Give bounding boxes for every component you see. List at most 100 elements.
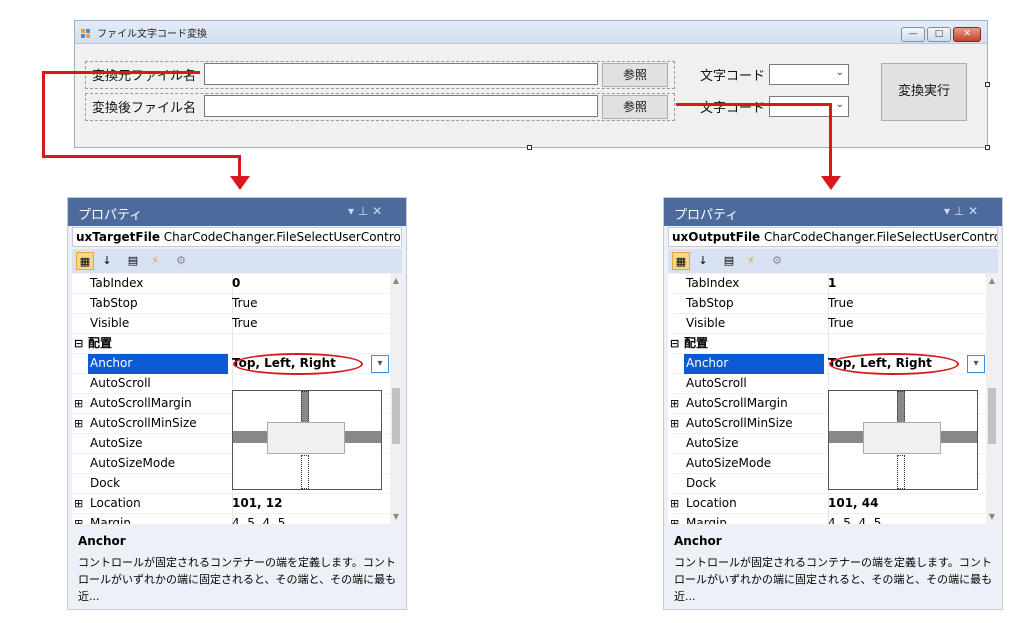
property-name: AutoSize bbox=[686, 436, 739, 450]
property-pages-icon[interactable]: ⚙ bbox=[172, 252, 190, 270]
property-row[interactable]: TabIndex 0 bbox=[72, 274, 390, 294]
resize-handle-corner[interactable] bbox=[985, 145, 990, 150]
minimize-button[interactable]: — bbox=[901, 27, 925, 42]
maximize-button[interactable]: □ bbox=[927, 27, 951, 42]
property-name: AutoScrollMargin bbox=[90, 396, 192, 410]
alphabetical-icon[interactable]: ↓ bbox=[694, 252, 712, 270]
expand-icon[interactable]: ⊞ bbox=[74, 394, 83, 413]
scrollbar[interactable]: ▲ ▼ bbox=[390, 274, 402, 524]
expand-icon[interactable]: ⊞ bbox=[670, 414, 679, 433]
property-value[interactable]: 1 bbox=[828, 274, 836, 293]
description-title: Anchor bbox=[674, 534, 722, 548]
browse-output-button[interactable]: 参照 bbox=[602, 95, 668, 119]
scroll-down-icon[interactable]: ▼ bbox=[986, 512, 998, 521]
scroll-thumb[interactable] bbox=[392, 388, 400, 444]
events-icon[interactable]: ⚡ bbox=[146, 252, 164, 270]
anchor-top[interactable] bbox=[897, 391, 905, 423]
properties-icon[interactable]: ▤ bbox=[720, 252, 738, 270]
expand-icon[interactable]: ⊞ bbox=[670, 514, 679, 524]
expand-icon[interactable]: ⊞ bbox=[74, 494, 83, 513]
property-name: AutoScrollMinSize bbox=[90, 416, 197, 430]
collapse-icon[interactable]: ⊟ bbox=[670, 334, 679, 353]
categorized-icon[interactable]: ▦ bbox=[76, 252, 94, 270]
description-pane: Anchor コントロールが固定されるコンテナーの端を定義します。コントロールが… bbox=[72, 528, 402, 606]
property-row[interactable]: ⊞ Margin 4, 5, 4, 5 bbox=[72, 514, 390, 524]
expand-icon[interactable]: ⊞ bbox=[74, 414, 83, 433]
scroll-down-icon[interactable]: ▼ bbox=[390, 512, 402, 521]
anchor-right[interactable] bbox=[345, 431, 381, 443]
collapse-icon[interactable]: ⊟ bbox=[74, 334, 83, 353]
anchor-left[interactable] bbox=[233, 431, 267, 443]
property-value[interactable]: 0 bbox=[232, 274, 240, 293]
object-type: CharCodeChanger.FileSelectUserControl bbox=[163, 230, 402, 244]
property-value[interactable]: True bbox=[828, 314, 854, 333]
property-value[interactable]: 101, 44 bbox=[828, 494, 878, 513]
source-file-textbox[interactable] bbox=[204, 63, 598, 85]
charset-source-combo[interactable]: ⌄ bbox=[769, 64, 849, 85]
form-title: ファイル文字コード変換 bbox=[97, 29, 207, 40]
property-name: AutoSizeMode bbox=[686, 456, 772, 470]
expand-icon[interactable]: ⊞ bbox=[74, 514, 83, 524]
annotation-arrow-left-h2 bbox=[42, 155, 240, 158]
property-row[interactable]: ⊞ Location 101, 12 bbox=[72, 494, 390, 514]
anchor-editor[interactable] bbox=[232, 390, 382, 490]
dropdown-button[interactable]: ▾ bbox=[967, 355, 985, 373]
panel-window-icons[interactable]: ▾ ⊥ ✕ bbox=[944, 204, 978, 218]
property-value[interactable]: True bbox=[828, 294, 854, 313]
expand-icon[interactable]: ⊞ bbox=[670, 394, 679, 413]
close-button[interactable]: ✕ bbox=[953, 27, 981, 42]
resize-handle-right[interactable] bbox=[985, 82, 990, 87]
property-row[interactable]: TabStop True bbox=[668, 294, 986, 314]
chevron-down-icon: ⌄ bbox=[835, 99, 844, 110]
events-icon[interactable]: ⚡ bbox=[742, 252, 760, 270]
dropdown-button[interactable]: ▾ bbox=[371, 355, 389, 373]
description-text: コントロールが固定されるコンテナーの端を定義します。コントロールがいずれかの端に… bbox=[674, 556, 993, 603]
property-row[interactable]: ⊞ Margin 4, 5, 4, 5 bbox=[668, 514, 986, 524]
property-value[interactable]: 101, 12 bbox=[232, 494, 282, 513]
property-name: AutoSize bbox=[90, 436, 143, 450]
property-row[interactable]: Visible True bbox=[668, 314, 986, 334]
scroll-thumb[interactable] bbox=[988, 388, 996, 444]
anchor-bottom[interactable] bbox=[897, 455, 905, 489]
scrollbar[interactable]: ▲ ▼ bbox=[986, 274, 998, 524]
property-row[interactable]: Visible True bbox=[72, 314, 390, 334]
object-selector[interactable]: uxTargetFile CharCodeChanger.FileSelectU… bbox=[72, 227, 402, 247]
property-value[interactable]: True bbox=[232, 294, 258, 313]
property-value[interactable]: 4, 5, 4, 5 bbox=[232, 514, 285, 524]
property-row[interactable]: TabStop True bbox=[72, 294, 390, 314]
property-row[interactable]: ⊞ Location 101, 44 bbox=[668, 494, 986, 514]
browse-source-button[interactable]: 参照 bbox=[602, 63, 668, 87]
annotation-arrow-left-h1 bbox=[42, 71, 200, 74]
annotation-arrow-right-v1 bbox=[829, 103, 832, 179]
execute-button[interactable]: 変換実行 bbox=[881, 63, 967, 121]
output-file-label: 変換後ファイル名 bbox=[92, 101, 197, 116]
anchor-top[interactable] bbox=[301, 391, 309, 423]
anchor-bottom[interactable] bbox=[301, 455, 309, 489]
property-grid[interactable]: TabIndex 0 TabStop True Visible True ⊟ 配置 Anchor… bbox=[72, 274, 390, 524]
property-value[interactable]: 4, 5, 4, 5 bbox=[828, 514, 881, 524]
scroll-up-icon[interactable]: ▲ bbox=[390, 276, 402, 285]
anchor-center-box bbox=[863, 422, 941, 454]
scroll-up-icon[interactable]: ▲ bbox=[986, 276, 998, 285]
properties-toolbar: ▦ ↓ ▤ ⚡ ⚙ bbox=[668, 249, 998, 273]
property-row[interactable]: TabIndex 1 bbox=[668, 274, 986, 294]
property-row[interactable]: ⊟ 配置 bbox=[72, 334, 390, 354]
property-pages-icon[interactable]: ⚙ bbox=[768, 252, 786, 270]
panel-window-icons[interactable]: ▾ ⊥ ✕ bbox=[348, 204, 382, 218]
categorized-icon[interactable]: ▦ bbox=[672, 252, 690, 270]
expand-icon[interactable]: ⊞ bbox=[670, 494, 679, 513]
property-row[interactable]: ⊟ 配置 bbox=[668, 334, 986, 354]
anchor-right[interactable] bbox=[941, 431, 977, 443]
alphabetical-icon[interactable]: ↓ bbox=[98, 252, 116, 270]
anchor-editor[interactable] bbox=[828, 390, 978, 490]
resize-handle-bottom[interactable] bbox=[527, 145, 532, 150]
property-name: Dock bbox=[90, 476, 121, 490]
output-file-textbox[interactable] bbox=[204, 95, 598, 117]
property-value[interactable]: True bbox=[232, 314, 258, 333]
property-grid[interactable]: TabIndex 1 TabStop True Visible True ⊟ 配置 Anchor… bbox=[668, 274, 986, 524]
properties-title-bar: プロパティ ▾ ⊥ ✕ bbox=[664, 198, 1002, 226]
anchor-left[interactable] bbox=[829, 431, 863, 443]
charset-output-combo[interactable]: ⌄ bbox=[769, 96, 849, 117]
properties-icon[interactable]: ▤ bbox=[124, 252, 142, 270]
object-selector[interactable]: uxOutputFile CharCodeChanger.FileSelectU… bbox=[668, 227, 998, 247]
